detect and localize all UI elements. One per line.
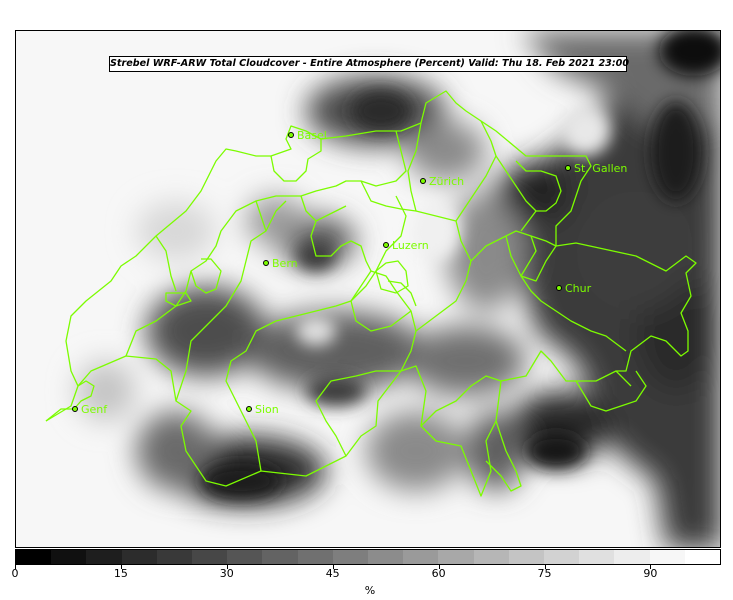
- city-marker: [246, 406, 252, 412]
- colorbar-segment: [51, 550, 87, 564]
- map-canvas: Basel Zürich St. Gallen Luzern Bern Chur Genf S…: [16, 31, 720, 547]
- map-panel: Basel Zürich St. Gallen Luzern Bern Chur Genf S…: [15, 30, 721, 548]
- colorbar-tick-label: 75: [537, 567, 552, 580]
- colorbar-segment: [544, 550, 580, 564]
- colorbar-unit-label: %: [364, 584, 376, 597]
- colorbar-segment: [614, 550, 650, 564]
- colorbar-segment: [86, 550, 122, 564]
- colorbar-segment: [156, 550, 193, 564]
- city-label: Chur: [565, 282, 592, 295]
- colorbar: [15, 549, 721, 565]
- colorbar-segment: [684, 550, 721, 564]
- colorbar-segment: [227, 550, 263, 564]
- city-marker: [420, 178, 426, 184]
- colorbar-segment: [438, 550, 474, 564]
- colorbar-segment: [16, 550, 52, 564]
- colorbar-segment: [649, 550, 685, 564]
- colorbar-tick-label: 60: [431, 567, 446, 580]
- colorbar-segment: [332, 550, 369, 564]
- city-marker: [383, 242, 389, 248]
- colorbar-tick-label: 45: [325, 567, 340, 580]
- colorbar-segment: [508, 550, 545, 564]
- colorbar-segment: [262, 550, 298, 564]
- city-marker: [72, 406, 78, 412]
- city-label: Basel: [297, 129, 327, 142]
- colorbar-segment: [403, 550, 439, 564]
- city-label: Luzern: [392, 239, 429, 252]
- city-label: St. Gallen: [574, 162, 627, 175]
- city-label: Sion: [255, 403, 279, 416]
- colorbar-segment: [473, 550, 509, 564]
- colorbar-segment: [368, 550, 404, 564]
- colorbar-tick-label: 0: [11, 567, 19, 580]
- colorbar-segment: [297, 550, 333, 564]
- colorbar-segment: [121, 550, 157, 564]
- colorbar-tick-label: 30: [219, 567, 234, 580]
- city-marker: [263, 260, 269, 266]
- colorbar-tick-label: 90: [643, 567, 658, 580]
- city-label: Genf: [81, 403, 108, 416]
- city-label: Bern: [272, 257, 298, 270]
- colorbar-tick-label: 15: [113, 567, 128, 580]
- map-title: Strebel WRF-ARW Total Cloudcover - Entir…: [109, 56, 629, 72]
- colorbar-segment: [192, 550, 228, 564]
- city-marker: [288, 132, 294, 138]
- city-marker: [556, 285, 562, 291]
- city-label: Zürich: [429, 175, 464, 188]
- city-marker: [565, 165, 571, 171]
- colorbar-segment: [579, 550, 615, 564]
